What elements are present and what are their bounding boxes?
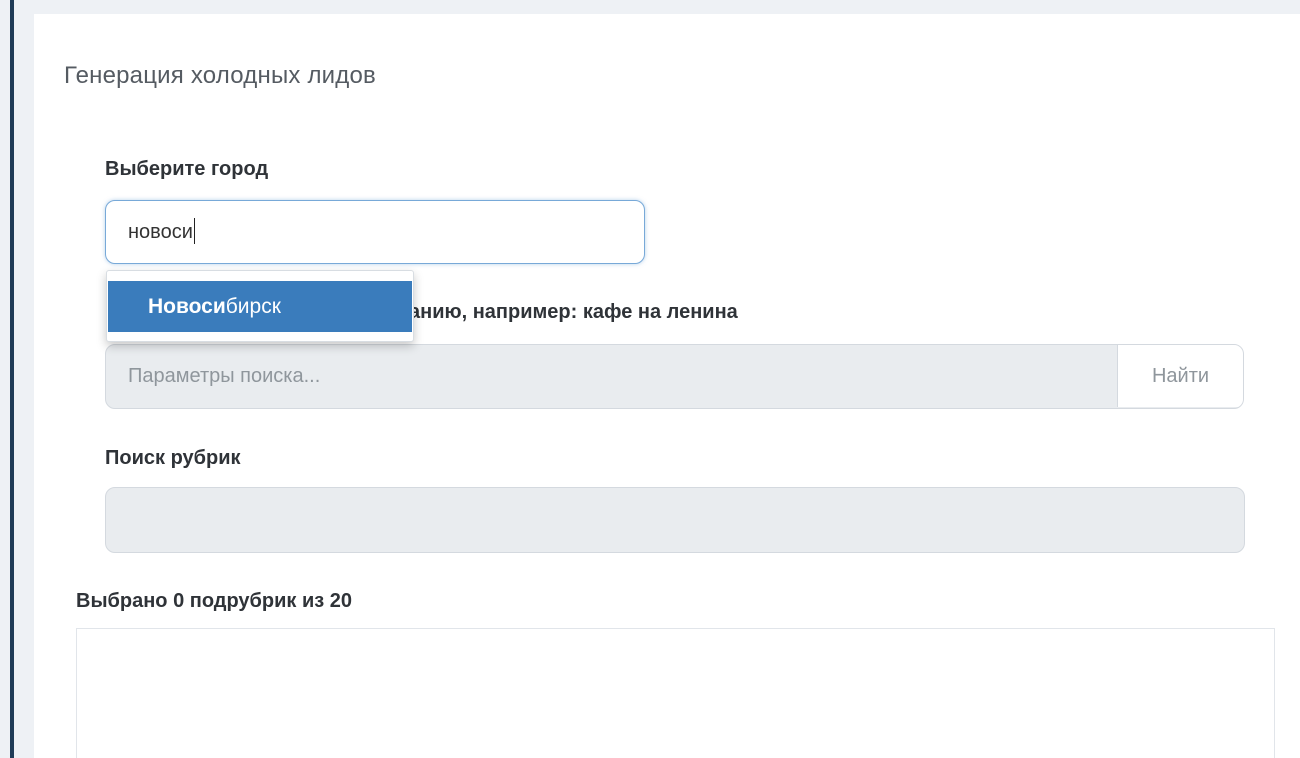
page: Генерация холодных лидов Выберите город … [0,0,1300,758]
selected-subrubrics-count: Выбрано 0 подрубрик из 20 [76,590,353,612]
left-accent-bar [10,0,14,758]
rubric-label: Поиск рубрик [105,447,241,469]
autocomplete-rest-text: бирск [225,295,281,318]
city-autocomplete-dropdown: Новосибирск [106,270,414,342]
city-label: Выберите город [105,158,269,180]
city-input-value: новоси [128,221,193,243]
autocomplete-match-text: Новоси [148,295,226,318]
search-input[interactable] [106,345,1116,407]
subrubric-list[interactable] [76,628,1275,758]
search-button[interactable]: Найти [1117,345,1243,407]
autocomplete-item-novosibirsk[interactable]: Новосибирск [108,281,412,332]
search-label: анию, например: кафе на ленина [409,301,738,323]
city-input[interactable]: новоси [105,200,645,264]
text-caret [193,218,196,245]
rubric-search-input[interactable] [105,487,1245,553]
card-title: Генерация холодных лидов [64,62,376,89]
search-group: Найти [105,344,1244,409]
